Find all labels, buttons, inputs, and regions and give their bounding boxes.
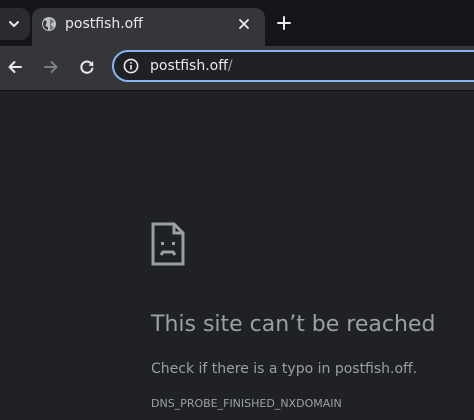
new-tab-plus-icon[interactable] xyxy=(276,15,292,31)
tab-strip: postfish.off xyxy=(0,0,474,46)
sad-page-icon xyxy=(151,222,185,266)
back-arrow-icon[interactable] xyxy=(6,58,24,76)
tab-search-button[interactable] xyxy=(0,8,30,40)
url-path: / xyxy=(227,58,233,74)
info-icon[interactable] xyxy=(123,58,139,74)
chevron-down-icon xyxy=(9,21,19,27)
toolbar: postfish.off/ xyxy=(0,46,474,91)
tab-title: postfish.off xyxy=(65,16,143,32)
url-text[interactable]: postfish.off/ xyxy=(150,56,233,76)
error-message: Check if there is a typo in postfish.off… xyxy=(151,361,418,377)
globe-icon xyxy=(42,17,56,31)
browser-window: postfish.off postfish.off/ This site can… xyxy=(0,0,474,420)
close-icon[interactable] xyxy=(237,17,251,31)
forward-arrow-icon[interactable] xyxy=(42,58,60,76)
address-bar[interactable]: postfish.off/ xyxy=(112,50,474,82)
error-title: This site can’t be reached xyxy=(151,312,436,337)
error-page: This site can’t be reached Check if ther… xyxy=(0,91,474,420)
reload-icon[interactable] xyxy=(78,58,96,76)
error-code: DNS_PROBE_FINISHED_NXDOMAIN xyxy=(151,397,342,410)
tab-active[interactable]: postfish.off xyxy=(32,8,265,46)
url-host: postfish.off xyxy=(150,58,228,74)
